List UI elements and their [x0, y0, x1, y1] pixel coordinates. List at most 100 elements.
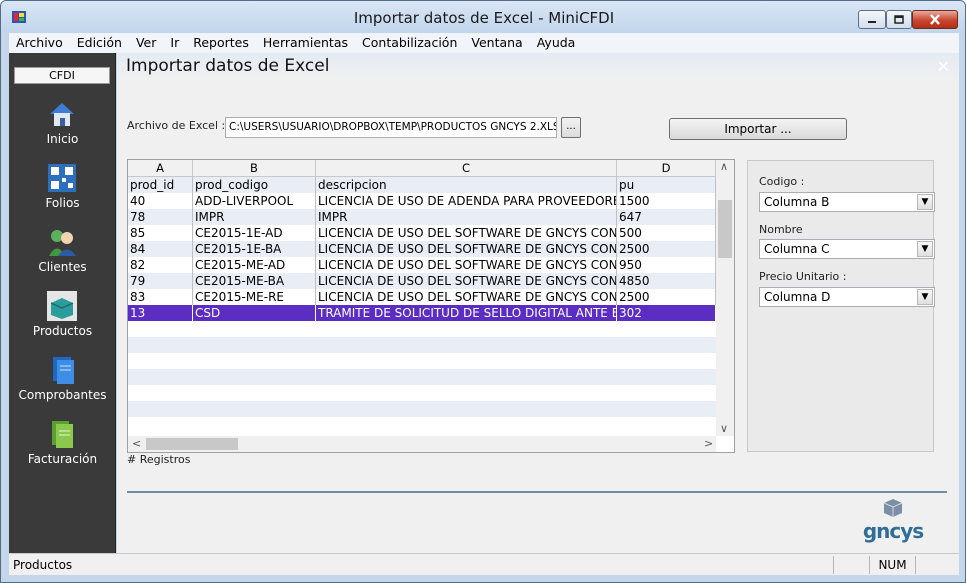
precio-unitario-label: Precio Unitario :	[759, 270, 847, 283]
cell: 2500	[617, 241, 716, 257]
chevron-down-icon[interactable]: ▼	[917, 289, 933, 305]
menu-contabilizacion[interactable]: Contabilización	[355, 33, 464, 53]
codigo-label: Codigo :	[759, 175, 805, 188]
horizontal-scrollbar[interactable]: < >	[128, 436, 716, 452]
cell: CSD	[193, 305, 316, 321]
precio-unitario-select[interactable]: Columna D ▼	[759, 287, 935, 307]
empty-row	[128, 321, 716, 337]
sidebar-item-label: Facturación	[27, 452, 98, 466]
menu-reportes[interactable]: Reportes	[186, 33, 256, 53]
empty-row	[128, 401, 716, 417]
menu-edicion[interactable]: Edición	[70, 33, 129, 53]
scrollbar-thumb[interactable]	[718, 200, 732, 258]
status-num-indicator: NUM	[869, 556, 915, 574]
table-row[interactable]: 82 CE2015-ME-AD LICENCIA DE USO DEL SOFT…	[128, 257, 716, 273]
table-row[interactable]: prod_id prod_codigo descripcion pu	[128, 177, 716, 193]
close-button[interactable]	[912, 10, 958, 29]
menu-ayuda[interactable]: Ayuda	[530, 33, 583, 53]
sidebar-item-comprobantes[interactable]: Comprobantes	[9, 355, 116, 415]
empty-row	[128, 417, 716, 433]
chevron-down-icon[interactable]: ▼	[917, 194, 933, 210]
cell: LICENCIA DE USO DEL SOFTWARE DE GNCYS CO…	[318, 241, 617, 257]
sidebar-item-clientes[interactable]: Clientes	[9, 227, 116, 287]
minimize-icon	[868, 20, 876, 23]
file-path-input[interactable]: C:\USERS\USUARIO\DROPBOX\TEMP\PRODUCTOS …	[225, 117, 557, 138]
menu-ir[interactable]: Ir	[163, 33, 186, 53]
minimize-button[interactable]	[858, 10, 886, 29]
cell: 13	[128, 305, 193, 321]
menu-ver[interactable]: Ver	[129, 33, 163, 53]
browse-button[interactable]: ...	[561, 117, 581, 138]
cell: 78	[128, 209, 193, 225]
cell: TRAMITE DE SOLICITUD DE SELLO DIGITAL AN…	[318, 305, 617, 321]
menu-ventana[interactable]: Ventana	[464, 33, 529, 53]
codigo-select[interactable]: Columna B ▼	[759, 192, 935, 212]
records-count-label: # Registros	[127, 453, 191, 466]
table-row[interactable]: 84 CE2015-1E-BA LICENCIA DE USO DEL SOFT…	[128, 241, 716, 257]
cell: ADD-LIVERPOOL	[193, 193, 316, 209]
maximize-button[interactable]	[886, 10, 912, 29]
cell: 302	[617, 305, 716, 321]
scroll-up-icon[interactable]: ∧	[720, 160, 728, 173]
cell: prod_codigo	[193, 177, 316, 193]
cell: pu	[617, 177, 716, 193]
table-row[interactable]: 78 IMPR IMPR 647	[128, 209, 716, 225]
cell: 1500	[617, 193, 716, 209]
empty-row	[128, 353, 716, 369]
cell: CE2015-ME-BA	[193, 273, 316, 289]
table-row[interactable]: 83 CE2015-ME-RE LICENCIA DE USO DEL SOFT…	[128, 289, 716, 305]
preview-grid[interactable]: A B C D prod_id prod_codigo descripcion …	[127, 159, 735, 453]
qr-code-icon	[48, 164, 76, 192]
cell: 82	[128, 257, 193, 273]
house-icon	[50, 103, 74, 126]
title-bar[interactable]: Importar datos de Excel - MiniCFDI	[1, 1, 965, 33]
sidebar-item-inicio[interactable]: Inicio	[9, 99, 116, 159]
empty-row	[128, 337, 716, 353]
documents-icon	[53, 357, 74, 384]
table-row[interactable]: 79 CE2015-ME-BA LICENCIA DE USO DEL SOFT…	[128, 273, 716, 289]
import-panel: Importar datos de Excel ✕ Archivo de Exc…	[117, 53, 959, 553]
cell: CE2015-ME-RE	[193, 289, 316, 305]
cell: CE2015-1E-AD	[193, 225, 316, 241]
cell: 84	[128, 241, 193, 257]
cell: 79	[128, 273, 193, 289]
sidebar-item-folios[interactable]: Folios	[9, 163, 116, 223]
sidebar-item-label: Productos	[32, 324, 93, 338]
vertical-scrollbar[interactable]: ∧ ∨	[716, 160, 734, 436]
cell: LICENCIA DE USO DEL SOFTWARE DE GNCYS CO…	[318, 273, 617, 289]
column-header-b[interactable]: B	[193, 160, 316, 177]
codigo-select-value: Columna B	[764, 195, 830, 209]
table-row[interactable]: 40 ADD-LIVERPOOL LICENCIA DE USO DE ADEN…	[128, 193, 716, 209]
nombre-select[interactable]: Columna C ▼	[759, 239, 935, 259]
cube-logo-icon	[883, 499, 903, 517]
sidebar-item-label: Comprobantes	[18, 388, 107, 402]
cell: 40	[128, 193, 193, 209]
cell: 2500	[617, 289, 716, 305]
sidebar-tab-cfdi[interactable]: CFDI	[14, 67, 110, 84]
column-header-c[interactable]: C	[316, 160, 617, 177]
cell: prod_id	[128, 177, 193, 193]
cell: IMPR	[316, 209, 617, 225]
page-title: Importar datos de Excel	[126, 56, 330, 76]
scroll-left-icon[interactable]: <	[132, 437, 141, 450]
menu-bar: Archivo Edición Ver Ir Reportes Herramie…	[9, 33, 959, 53]
logo-text: gncys	[862, 519, 924, 543]
status-bar: Productos NUM	[9, 553, 959, 575]
scroll-down-icon[interactable]: ∨	[720, 422, 728, 435]
sidebar-item-facturacion[interactable]: Facturación	[9, 419, 116, 479]
column-header-a[interactable]: A	[128, 160, 193, 177]
table-row[interactable]: 85 CE2015-1E-AD LICENCIA DE USO DEL SOFT…	[128, 225, 716, 241]
sidebar-item-productos[interactable]: Productos	[9, 291, 116, 351]
import-button[interactable]: Importar ...	[669, 118, 847, 140]
table-row-selected[interactable]: 13 CSD TRAMITE DE SOLICITUD DE SELLO DIG…	[128, 305, 716, 321]
column-header-d[interactable]: D	[617, 160, 716, 177]
empty-row	[128, 385, 716, 401]
menu-herramientas[interactable]: Herramientas	[256, 33, 355, 53]
scrollbar-thumb[interactable]	[146, 438, 238, 450]
column-mapping-panel: Codigo : Columna B ▼ Nombre Columna C ▼ …	[747, 160, 935, 452]
status-pane	[915, 556, 959, 574]
menu-archivo[interactable]: Archivo	[9, 33, 70, 53]
scroll-right-icon[interactable]: >	[704, 437, 713, 450]
chevron-down-icon[interactable]: ▼	[917, 241, 933, 257]
panel-close-icon[interactable]: ✕	[937, 57, 950, 76]
